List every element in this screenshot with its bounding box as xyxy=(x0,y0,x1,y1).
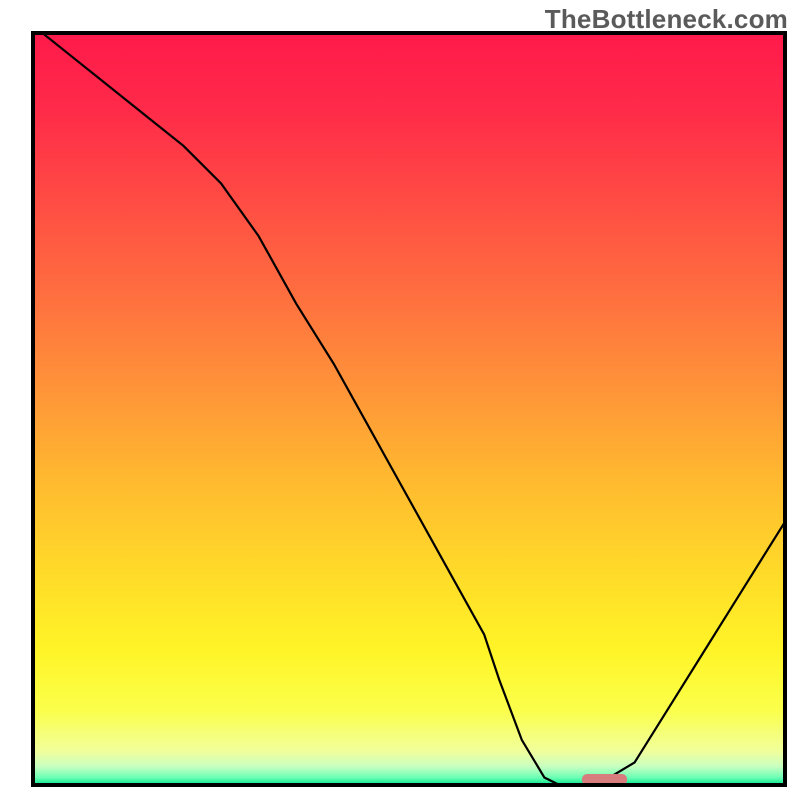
chart-svg xyxy=(0,0,800,800)
plot-background xyxy=(33,33,785,785)
watermark-label: TheBottleneck.com xyxy=(545,4,788,35)
bottleneck-chart: TheBottleneck.com xyxy=(0,0,800,800)
